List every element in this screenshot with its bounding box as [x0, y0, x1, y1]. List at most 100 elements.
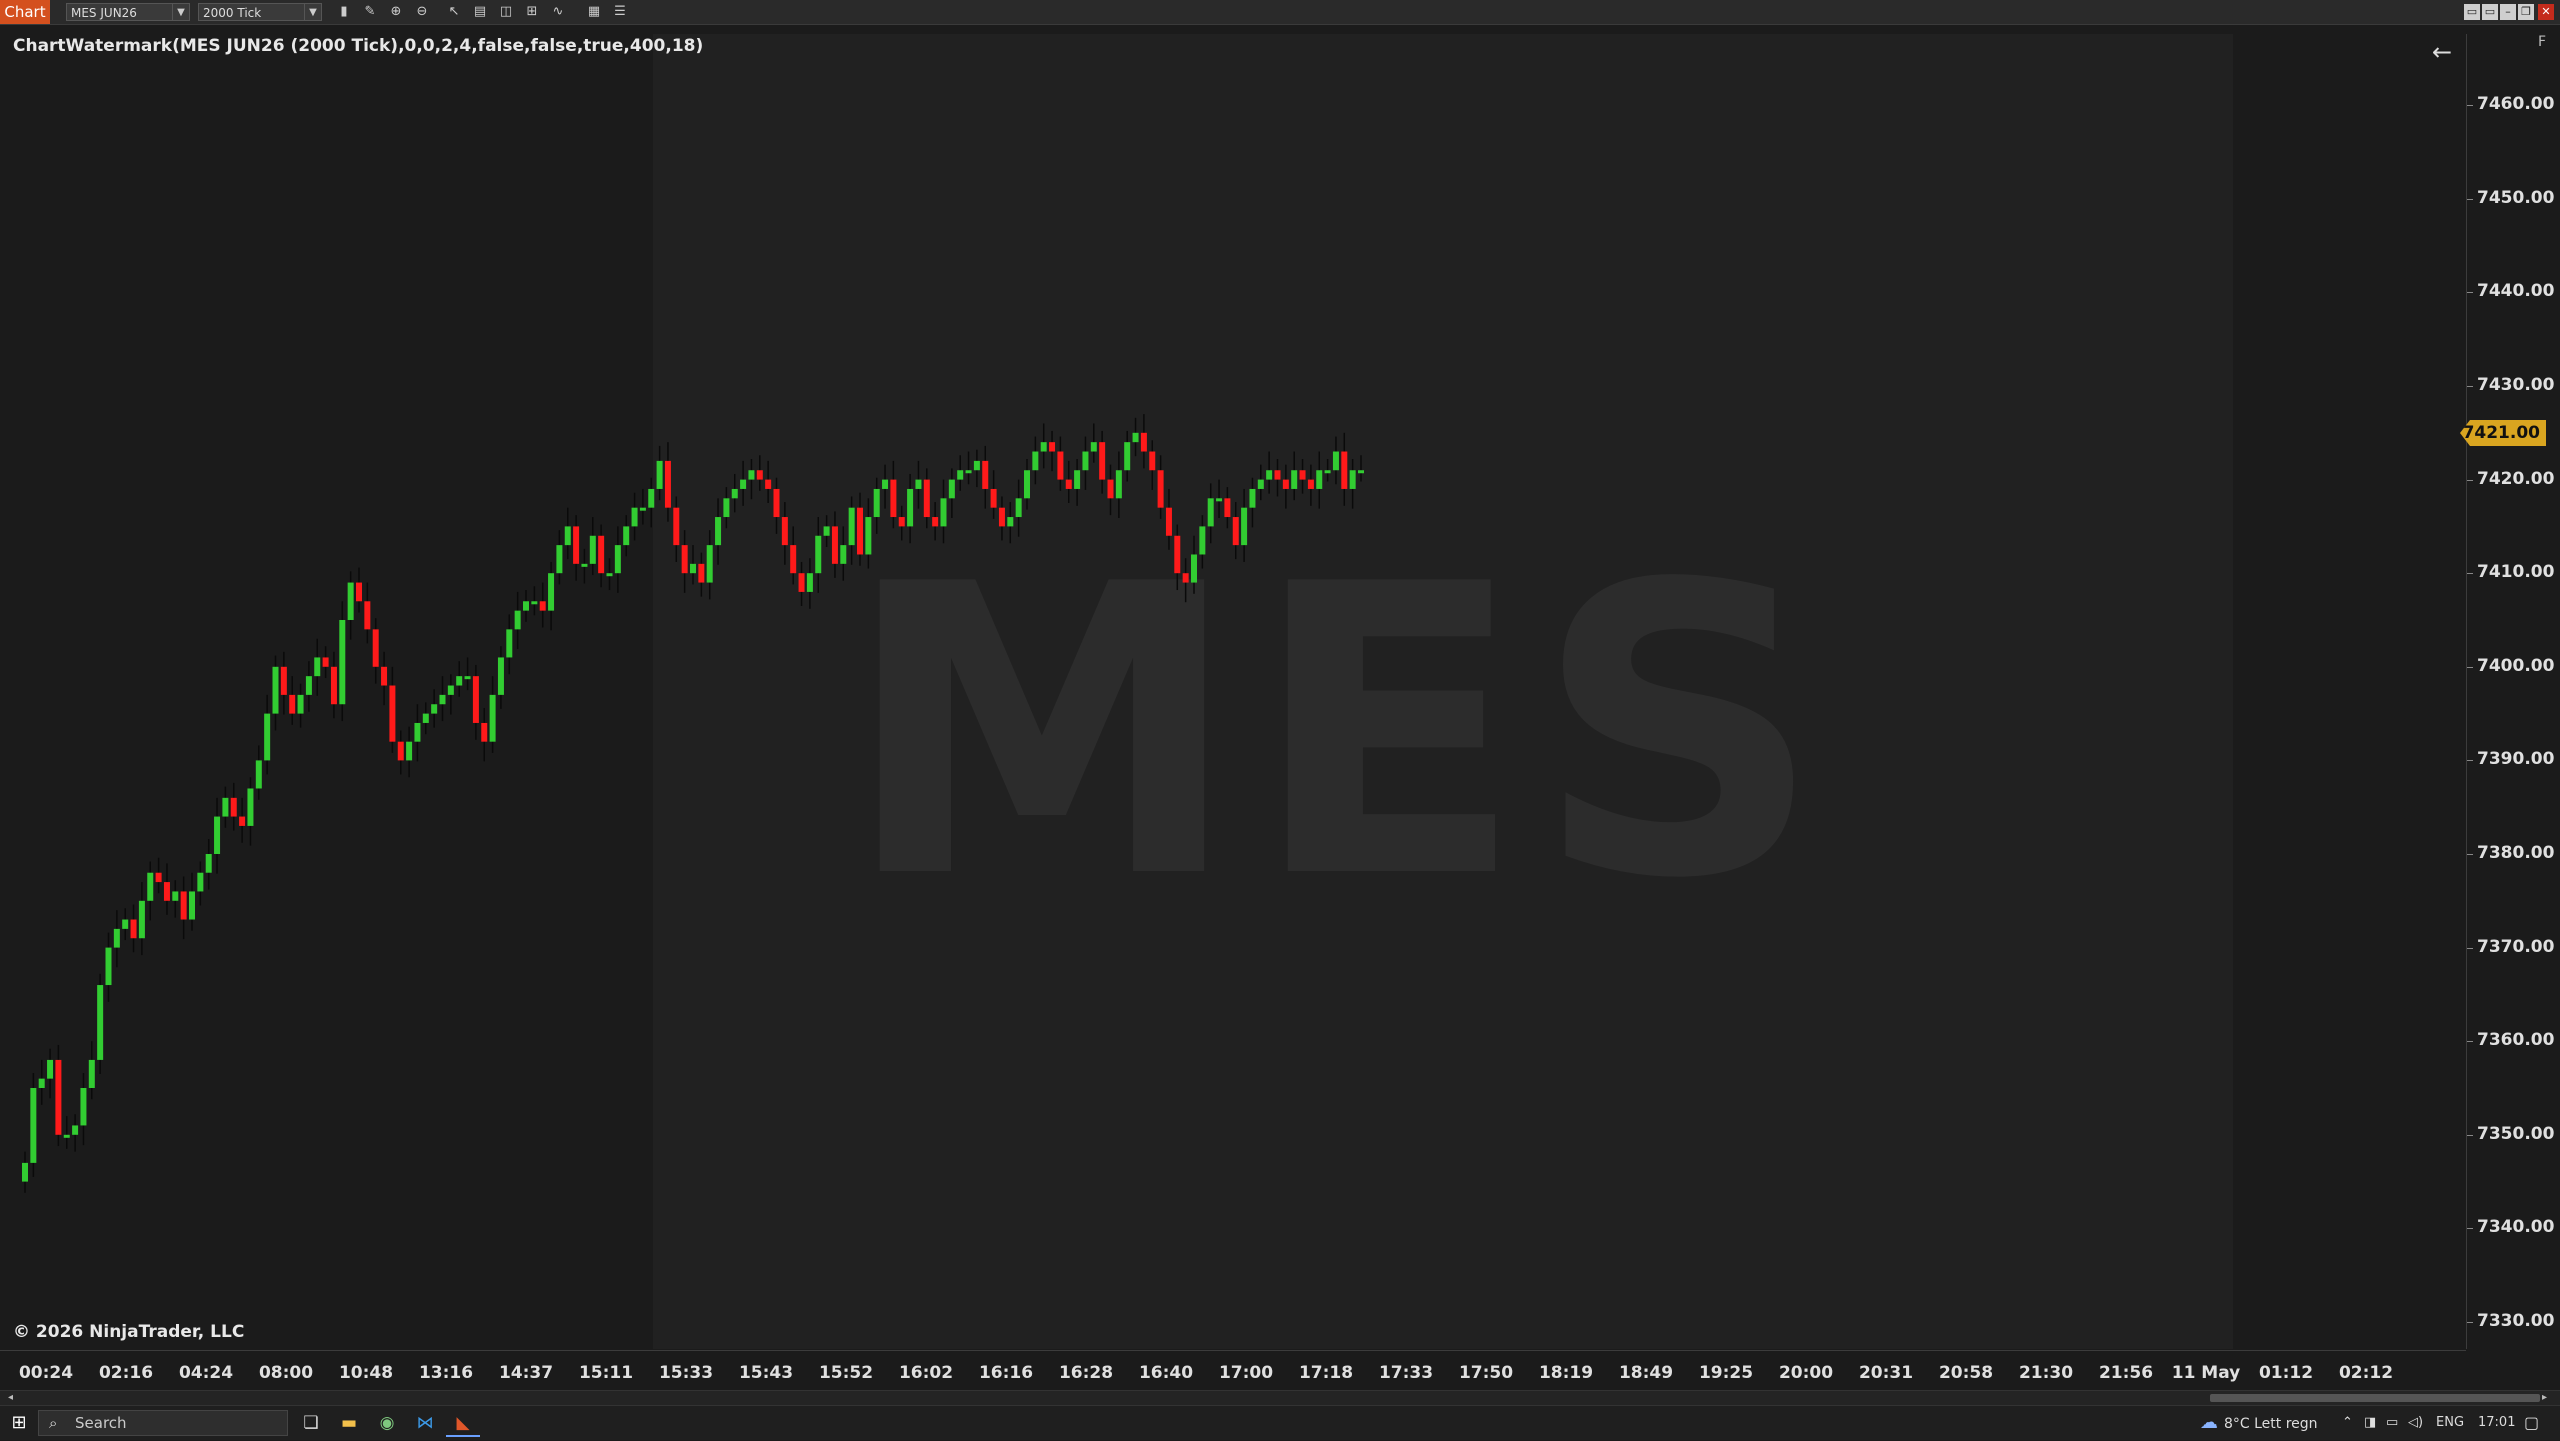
candle-body	[723, 498, 730, 518]
pointer-icon[interactable]: ↖	[444, 3, 464, 21]
chevron-down-icon[interactable]: ▼	[172, 4, 189, 20]
close-icon[interactable]: ✕	[2538, 4, 2554, 20]
chrome-icon[interactable]: ◉	[370, 1409, 404, 1437]
time-label: 20:00	[1778, 1363, 1834, 1383]
instrument-selector[interactable]: MES JUN26 ▼	[66, 3, 190, 21]
candle-body	[1065, 479, 1072, 489]
templates-icon[interactable]: ◫	[496, 3, 516, 21]
candle-body	[72, 1125, 79, 1135]
indicators-icon[interactable]: ∿	[548, 3, 568, 21]
price-label: 7440.00	[2477, 281, 2555, 302]
candle-body	[147, 872, 154, 901]
time-label: 13:16	[418, 1363, 474, 1383]
weather-widget[interactable]: ☁ 8°C Lett regn	[2200, 1406, 2318, 1440]
zoom-in-icon[interactable]: ⊕	[386, 3, 406, 21]
search-input[interactable]: ⌕ Search	[38, 1410, 288, 1436]
zoom-out-icon[interactable]: ⊖	[412, 3, 432, 21]
candle-body	[222, 797, 229, 817]
candle-body	[606, 573, 613, 577]
interval-selector[interactable]: 2000 Tick ▼	[198, 3, 322, 21]
candle-body	[372, 629, 379, 667]
candle-body	[1266, 470, 1273, 480]
maximize-icon[interactable]: ❐	[2518, 4, 2534, 20]
candle-body	[731, 488, 738, 499]
strategies-icon[interactable]: ▦	[584, 3, 604, 21]
chart-panel[interactable]: MES	[8, 34, 2466, 1349]
candle-body	[113, 928, 120, 948]
volume-icon[interactable]: ◁)	[2408, 1406, 2423, 1440]
tile-icon[interactable]: ▭	[2482, 4, 2498, 20]
chart-style-icon[interactable]: ▮	[334, 3, 354, 21]
candle-body	[1282, 479, 1289, 489]
notifications-icon[interactable]: ▢	[2524, 1406, 2539, 1440]
arrow-left-icon[interactable]: ←	[2432, 38, 2452, 66]
candle-body	[1132, 432, 1139, 443]
candle-body	[865, 517, 872, 555]
chart-tab[interactable]: Chart	[0, 0, 50, 24]
time-axis[interactable]: 00:24 02:16 04:24 08:00 10:48 13:16 14:37 15:11…	[0, 1350, 2466, 1391]
price-tick	[2467, 386, 2473, 387]
horizontal-scrollbar[interactable]: ◂ ▸	[0, 1390, 2560, 1405]
candle-body	[1082, 451, 1089, 471]
time-label: 18:19	[1538, 1363, 1594, 1383]
properties-icon[interactable]: ☰	[610, 3, 630, 21]
language-indicator[interactable]: ENG	[2436, 1406, 2464, 1440]
candle-body	[790, 545, 797, 574]
scroll-thumb[interactable]	[2210, 1394, 2540, 1402]
price-tick	[2467, 1041, 2473, 1043]
candle-body	[1199, 526, 1206, 555]
scroll-left-icon[interactable]: ◂	[8, 1391, 13, 1405]
windows-start-icon[interactable]: ⊞	[0, 1406, 38, 1440]
candle-body	[172, 891, 179, 901]
clock[interactable]: 17:01	[2478, 1406, 2515, 1440]
task-view-icon[interactable]: ❏	[294, 1409, 328, 1437]
price-tick	[2467, 947, 2473, 949]
candle-body	[923, 479, 930, 518]
candle-body	[22, 1162, 28, 1182]
time-label: 04:24	[178, 1363, 234, 1383]
price-label: 7340.00	[2477, 1217, 2555, 1238]
candle-body	[1174, 535, 1181, 574]
tile-icon[interactable]: ▭	[2464, 4, 2480, 20]
chevron-down-icon[interactable]: ▼	[304, 4, 321, 20]
candle-body	[1216, 498, 1223, 502]
candle-body	[472, 676, 479, 723]
time-label: 15:52	[818, 1363, 874, 1383]
candle-body	[1057, 451, 1064, 480]
data-box-icon[interactable]: ▤	[470, 3, 490, 21]
price-label: 7350.00	[2477, 1123, 2555, 1144]
candle-body	[681, 545, 688, 574]
ninjatrader-icon[interactable]: ◣	[446, 1409, 480, 1437]
candle-body	[1257, 479, 1264, 489]
candle-body	[397, 741, 404, 761]
candle-body	[857, 507, 863, 555]
time-label: 08:00	[258, 1363, 314, 1383]
chevron-up-icon[interactable]: ⌃	[2342, 1406, 2353, 1440]
time-label: 16:02	[898, 1363, 954, 1383]
display-icon[interactable]: ▭	[2386, 1406, 2398, 1440]
candle-body	[130, 919, 137, 939]
candle-body	[422, 713, 429, 723]
draw-tool-icon[interactable]: ✎	[360, 3, 380, 21]
candle-body	[381, 666, 388, 686]
candle-body	[1182, 573, 1189, 583]
time-label: 17:50	[1458, 1363, 1514, 1383]
crosshair-icon[interactable]: ⊞	[522, 3, 542, 21]
candle-body	[163, 882, 170, 901]
candle-body	[598, 535, 605, 574]
network-icon[interactable]: ◨	[2364, 1406, 2376, 1440]
candle-body	[506, 629, 513, 658]
candle-body	[823, 526, 830, 536]
price-tick	[2467, 854, 2473, 855]
minimize-icon[interactable]: –	[2500, 4, 2516, 20]
file-explorer-icon[interactable]: ▬	[332, 1409, 366, 1437]
price-axis[interactable]: 7460.00 7450.00 7440.00 7430.00 7420.00 7410.…	[2466, 34, 2560, 1349]
candle-body	[1224, 498, 1231, 518]
scroll-right-icon[interactable]: ▸	[2542, 1391, 2547, 1405]
candle-body	[765, 479, 772, 489]
candle-body	[314, 657, 321, 677]
price-tick	[2467, 573, 2473, 575]
candle-body	[1107, 479, 1114, 499]
vscode-icon[interactable]: ⋈	[408, 1409, 442, 1437]
candle-body	[63, 1134, 70, 1138]
